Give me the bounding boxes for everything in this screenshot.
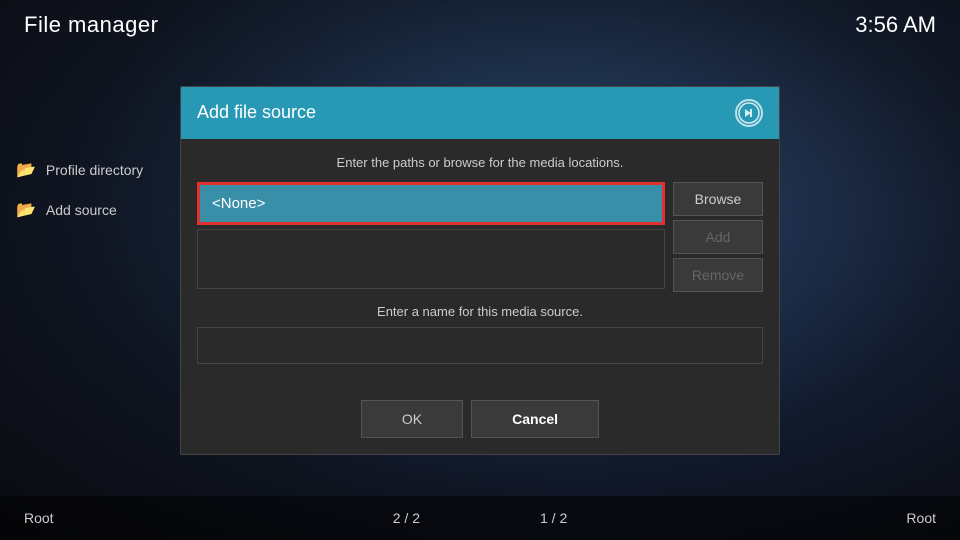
source-action-buttons: Browse Add Remove — [673, 182, 763, 292]
paths-instruction: Enter the paths or browse for the media … — [197, 155, 763, 170]
none-input[interactable]: <None> — [197, 182, 665, 225]
source-row: <None> Browse Add Remove — [197, 182, 763, 292]
remove-button[interactable]: Remove — [673, 258, 763, 292]
add-file-source-dialog: Add file source Enter the paths or brows… — [180, 86, 780, 455]
dialog-header: Add file source — [181, 87, 779, 139]
name-input[interactable] — [197, 327, 763, 364]
name-section: Enter a name for this media source. — [197, 304, 763, 364]
modal-overlay: Add file source Enter the paths or brows… — [0, 0, 960, 540]
dialog-footer: OK Cancel — [181, 384, 779, 454]
browse-button[interactable]: Browse — [673, 182, 763, 216]
kodi-logo-icon — [735, 99, 763, 127]
name-instruction: Enter a name for this media source. — [197, 304, 763, 319]
add-button[interactable]: Add — [673, 220, 763, 254]
dialog-title: Add file source — [197, 102, 316, 123]
ok-button[interactable]: OK — [361, 400, 463, 438]
dialog-body: Enter the paths or browse for the media … — [181, 139, 779, 384]
cancel-button[interactable]: Cancel — [471, 400, 599, 438]
source-inputs: <None> — [197, 182, 665, 289]
extra-sources-area — [197, 229, 665, 289]
